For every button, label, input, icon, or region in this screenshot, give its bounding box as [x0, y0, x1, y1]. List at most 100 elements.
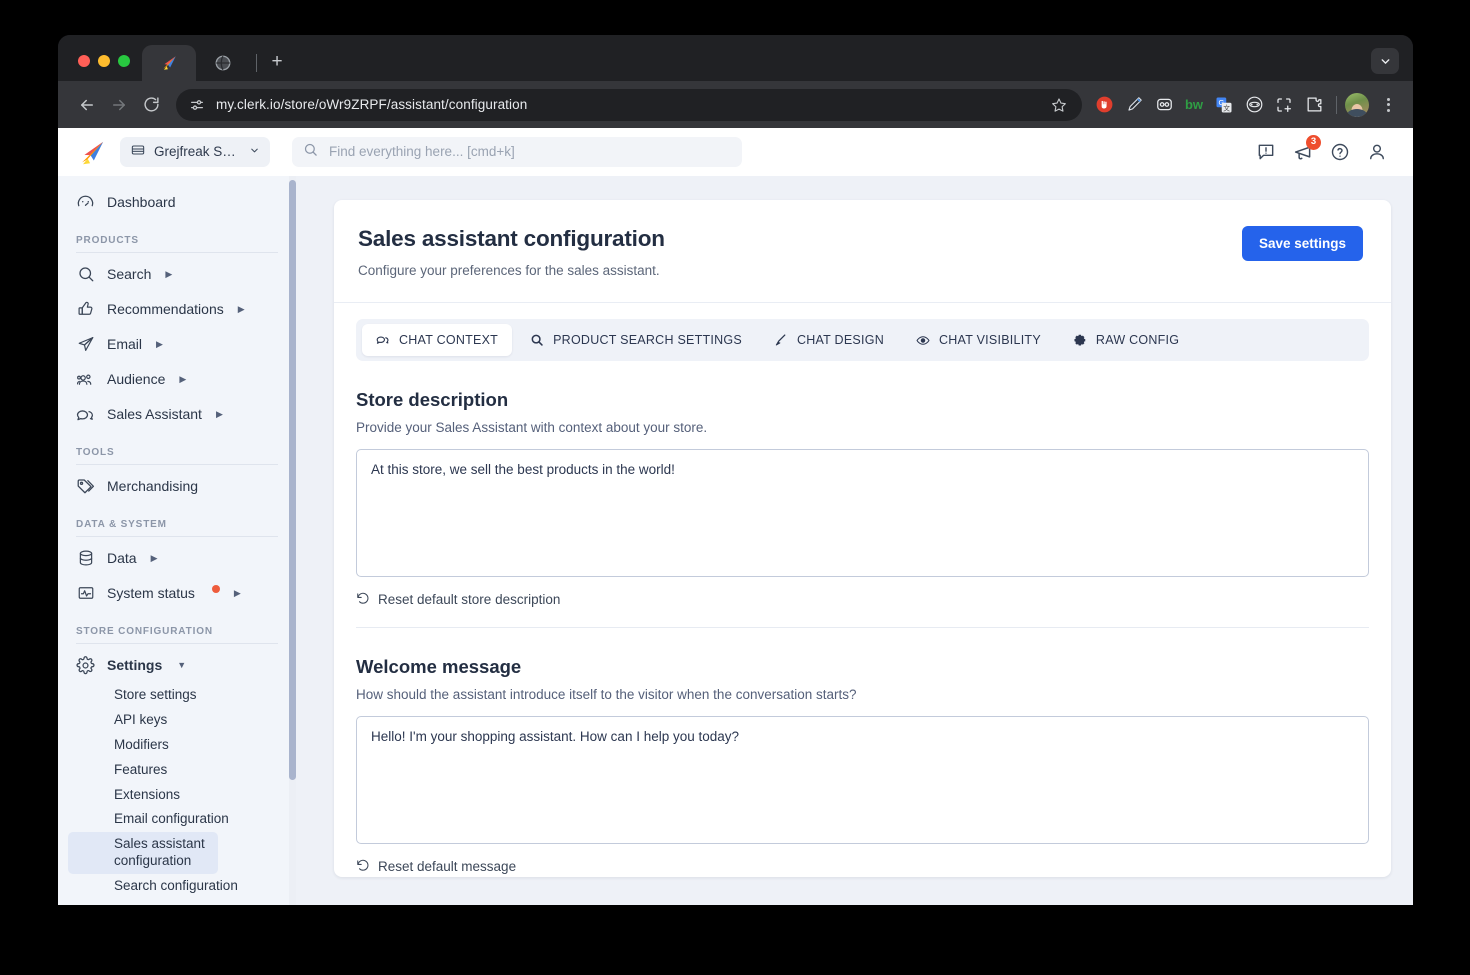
pulse-monitor-icon — [76, 584, 95, 603]
sidebar-group-label: TOOLS — [76, 447, 115, 458]
tab-product-search-settings[interactable]: PRODUCT SEARCH SETTINGS — [516, 324, 756, 356]
sidebar-scrollbar-track[interactable] — [289, 176, 296, 905]
help-circle-icon[interactable] — [1330, 142, 1350, 162]
sidebar-subitem-sales-assistant-configuration[interactable]: Sales assistant configuration — [68, 832, 218, 874]
sidebar-group-label: STORE CONFIGURATION — [76, 626, 213, 637]
tab-chat-design[interactable]: CHAT DESIGN — [760, 324, 898, 356]
tab-bar: CHAT CONTEXT PRODUCT SEARCH SETTINGS CHA… — [356, 319, 1369, 361]
sidebar-item-data[interactable]: Data ▶ — [68, 541, 286, 575]
reset-store-description-button[interactable]: Reset default store description — [356, 591, 560, 608]
ublock-origin-icon[interactable] — [1090, 91, 1118, 119]
tab-search-chevron-down-icon[interactable] — [1371, 48, 1399, 74]
close-window-button[interactable] — [78, 55, 90, 67]
sidebar-item-label: Email — [107, 336, 143, 352]
status-badge — [211, 585, 220, 593]
notification-badge: 3 — [1306, 134, 1321, 150]
maximize-window-button[interactable] — [118, 55, 130, 67]
database-icon — [76, 549, 95, 568]
extensions-puzzle-icon[interactable] — [1300, 91, 1328, 119]
sidebar-item-label: Merchandising — [107, 478, 199, 494]
chevron-right-icon: ▶ — [233, 587, 241, 598]
sidebar-item-sales-assistant[interactable]: Sales Assistant ▶ — [68, 397, 286, 431]
search-icon — [76, 265, 95, 284]
chevron-right-icon: ▶ — [237, 303, 245, 314]
tab-chat-visibility[interactable]: CHAT VISIBILITY — [902, 324, 1055, 356]
sidebar-item-label: Search — [107, 266, 152, 282]
address-bar[interactable]: my.clerk.io/store/oWr9ZRPF/assistant/con… — [176, 88, 1082, 121]
page-viewport: Grejfreak Sales ... 3 — [58, 128, 1413, 905]
app-header: Grejfreak Sales ... 3 — [58, 128, 1413, 176]
sidebar-item-merchandising[interactable]: Merchandising — [68, 469, 286, 503]
bw-bitwarden-icon[interactable]: bw — [1180, 91, 1208, 119]
store-description-textarea[interactable] — [356, 449, 1369, 577]
chat-bubbles-icon — [76, 405, 95, 424]
sidebar-subitem-search-configuration[interactable]: Search configuration — [68, 874, 286, 899]
reset-welcome-message-button[interactable]: Reset default message — [356, 858, 516, 875]
sidebar-subitem-email-configuration[interactable]: Email configuration — [68, 807, 286, 832]
sidebar-item-system-status[interactable]: System status ▶ — [68, 576, 286, 610]
save-settings-button[interactable]: Save settings — [1241, 226, 1363, 261]
tab-chat-context[interactable]: CHAT CONTEXT — [362, 324, 513, 356]
sidebar-scrollbar-thumb[interactable] — [289, 180, 296, 780]
screenshot-icon[interactable] — [1270, 91, 1298, 119]
sidebar-group-data-system: DATA & SYSTEM Data ▶ System status ▶ — [58, 519, 296, 610]
avatar[interactable] — [1345, 92, 1369, 117]
sidebar-subitem-extensions[interactable]: Extensions — [68, 783, 286, 808]
sidebar-subitem-api-keys[interactable]: API keys — [68, 708, 286, 733]
sidebar: Dashboard PRODUCTS Search ▶ Recommendati… — [58, 176, 296, 905]
sidebar-group-label: DATA & SYSTEM — [76, 519, 167, 530]
header-actions: 3 — [1256, 134, 1393, 162]
store-icon — [130, 142, 146, 161]
star-icon[interactable] — [1046, 92, 1072, 118]
sidebar-subitem-store-settings[interactable]: Store settings — [68, 683, 286, 708]
browser-toolbar: my.clerk.io/store/oWr9ZRPF/assistant/con… — [58, 81, 1413, 128]
sidebar-item-search[interactable]: Search ▶ — [68, 257, 286, 291]
extension-toolbar: bw G文 — [1090, 91, 1401, 119]
chevron-right-icon: ▶ — [165, 268, 173, 279]
sidebar-item-dashboard[interactable]: Dashboard — [68, 185, 286, 219]
welcome-message-textarea[interactable] — [356, 716, 1369, 844]
clerk-logo-icon — [160, 54, 178, 72]
store-selector[interactable]: Grejfreak Sales ... — [120, 136, 270, 167]
thumbs-up-icon — [76, 300, 95, 319]
sidebar-subitem-modifiers[interactable]: Modifiers — [68, 733, 286, 758]
forward-arrow-icon[interactable] — [104, 90, 134, 120]
tab-label: CHAT CONTEXT — [399, 333, 499, 347]
sidebar-item-email[interactable]: Email ▶ — [68, 327, 286, 361]
new-tab-button[interactable]: + — [263, 48, 291, 76]
reload-icon[interactable] — [136, 90, 166, 120]
sidebar-item-recommendations[interactable]: Recommendations ▶ — [68, 292, 286, 326]
three-dot-menu-icon[interactable] — [1375, 91, 1401, 119]
google-translate-icon[interactable]: G文 — [1210, 91, 1238, 119]
minimize-window-button[interactable] — [98, 55, 110, 67]
tab-raw-config[interactable]: RAW CONFIG — [1059, 324, 1193, 356]
sidebar-subitem-features[interactable]: Features — [68, 758, 286, 783]
clerk-logo[interactable] — [76, 137, 106, 167]
search-input[interactable] — [327, 143, 731, 160]
feedback-icon[interactable] — [1256, 142, 1276, 162]
divider — [76, 464, 278, 465]
sidebar-item-settings[interactable]: Settings ▼ — [68, 648, 286, 682]
app-body: Dashboard PRODUCTS Search ▶ Recommendati… — [58, 176, 1413, 905]
settings-card: Sales assistant configuration Configure … — [334, 200, 1391, 877]
color-picker-icon[interactable] — [1120, 91, 1148, 119]
undo-icon — [356, 858, 370, 875]
tune-icon[interactable] — [184, 92, 210, 118]
chevron-down-icon — [249, 144, 260, 159]
browser-tab-second[interactable] — [196, 45, 250, 81]
sidebar-scroll-content: Dashboard PRODUCTS Search ▶ Recommendati… — [58, 185, 296, 899]
tab-label: RAW CONFIG — [1095, 333, 1180, 347]
tab-divider — [256, 54, 257, 72]
sidebar-group-store-configuration: STORE CONFIGURATION Settings ▼ Store set… — [58, 626, 296, 899]
sidebar-item-audience[interactable]: Audience ▶ — [68, 362, 286, 396]
loom-icon[interactable] — [1240, 91, 1268, 119]
tabstrip-right-controls — [1371, 48, 1413, 81]
tab-label: CHAT DESIGN — [796, 333, 884, 347]
announcements-megaphone-icon[interactable]: 3 — [1293, 134, 1321, 162]
reset-label: Reset default store description — [378, 592, 561, 607]
account-user-icon[interactable] — [1367, 142, 1387, 162]
toggl-track-icon[interactable] — [1150, 91, 1178, 119]
browser-tab-clerk[interactable] — [142, 45, 196, 81]
back-arrow-icon[interactable] — [72, 90, 102, 120]
global-search[interactable] — [292, 136, 742, 167]
